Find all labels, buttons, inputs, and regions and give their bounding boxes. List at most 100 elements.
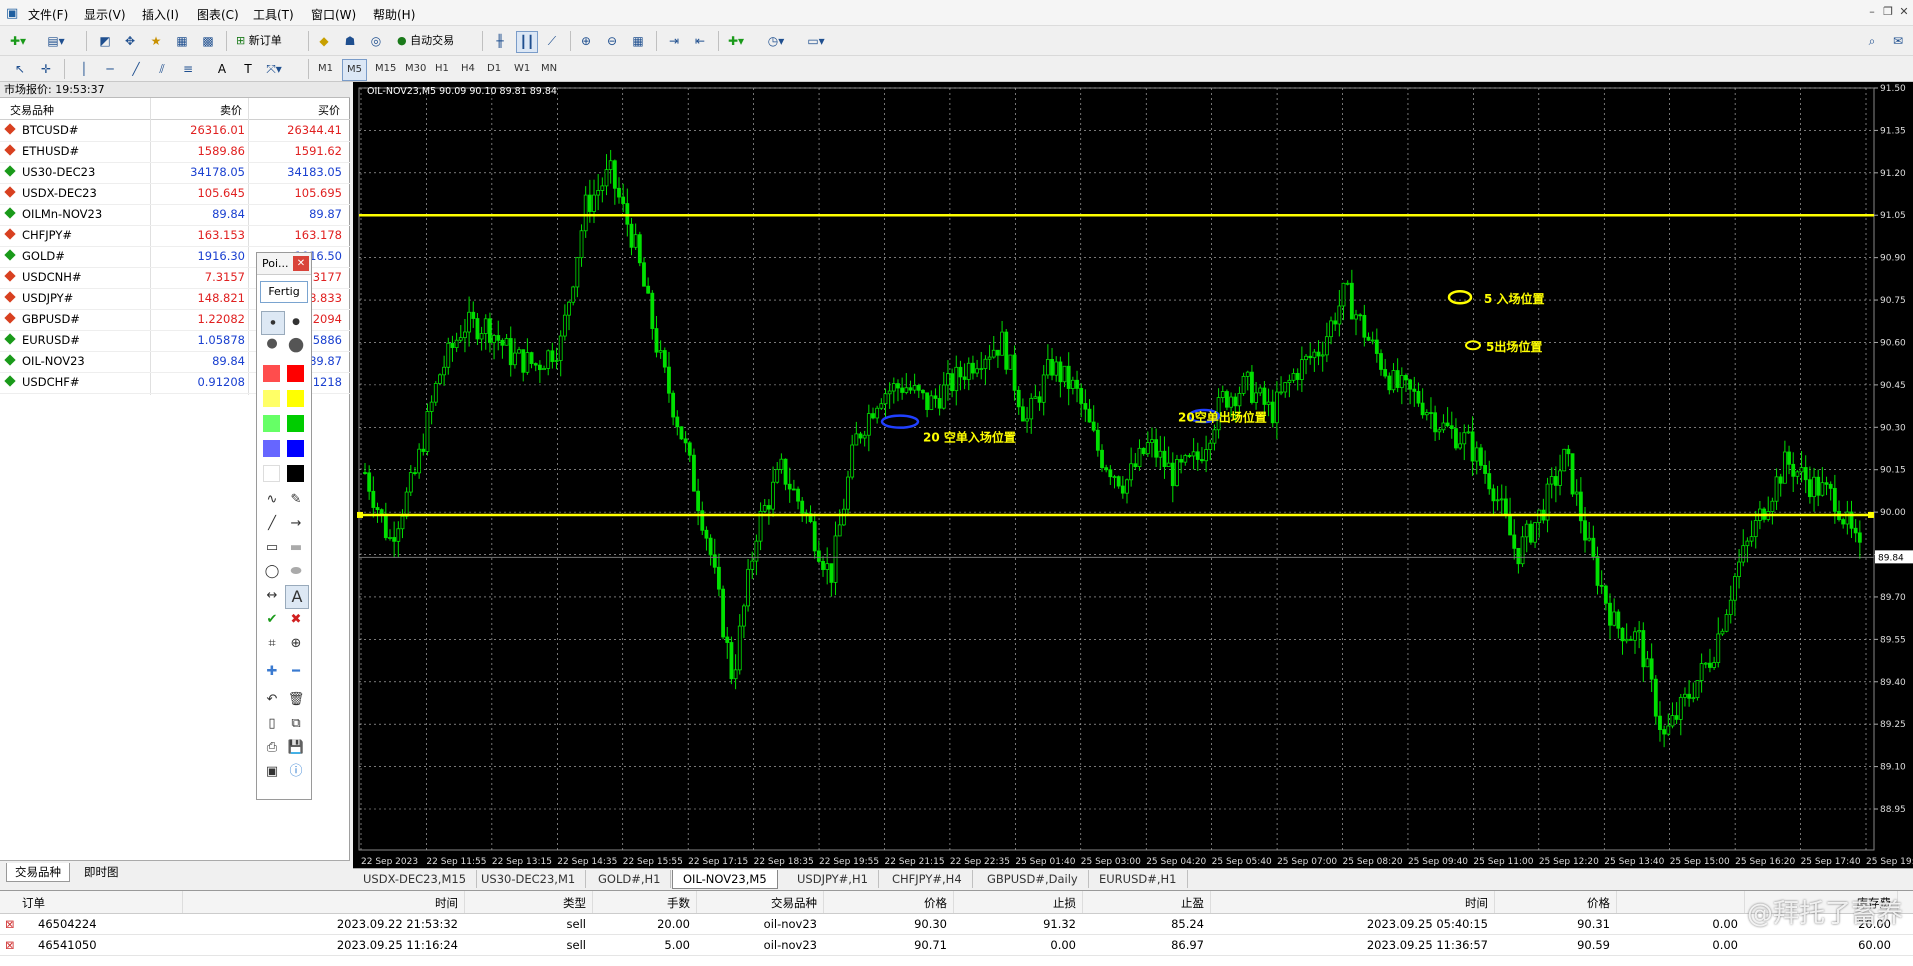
text-icon[interactable]: A xyxy=(212,59,232,79)
menu-window[interactable]: 窗口(W) xyxy=(311,6,356,23)
done-button[interactable]: Fertig xyxy=(260,281,308,303)
large-dot-icon[interactable]: ● xyxy=(261,333,283,355)
new-chart-icon[interactable]: ✚▾ xyxy=(8,31,28,51)
text-label-icon[interactable]: T xyxy=(238,59,258,79)
navigator-icon[interactable]: ★ xyxy=(146,31,166,51)
freehand-icon[interactable]: ∿ xyxy=(261,489,283,511)
col-symbol[interactable]: 交易品种 xyxy=(10,102,54,118)
market-icon[interactable]: ◎ xyxy=(366,31,386,51)
order-row[interactable]: ⊠ 46504224 2023.09.22 21:53:32 sell 20.00 oil… xyxy=(0,914,1913,935)
orders-header-cell[interactable]: 时间 xyxy=(1210,895,1488,911)
chart-tab[interactable]: USDJPY#,H1 xyxy=(787,870,879,888)
timeframe-h4[interactable]: H4 xyxy=(457,59,479,79)
chart-tab[interactable]: EURUSD#,H1 xyxy=(1089,870,1188,888)
orders-header-cell[interactable]: 订单 xyxy=(22,895,45,911)
color-swatch[interactable] xyxy=(287,440,304,457)
channel-icon[interactable]: ⫽ xyxy=(152,59,172,79)
palette-close-icon[interactable]: ✕ xyxy=(293,256,309,271)
color-swatch[interactable] xyxy=(263,415,280,432)
color-swatch[interactable] xyxy=(287,365,304,382)
timeframe-mn[interactable]: MN xyxy=(537,59,561,79)
crosshair-icon[interactable]: ✛ xyxy=(36,59,56,79)
tile-windows-icon[interactable]: ▦ xyxy=(628,31,648,51)
print-icon[interactable]: ⎙ xyxy=(261,737,283,759)
col-bid[interactable]: 卖价 xyxy=(220,102,242,118)
color-swatch[interactable] xyxy=(263,465,280,482)
timeframe-h1[interactable]: H1 xyxy=(431,59,453,79)
app-icon[interactable]: ▣ xyxy=(6,6,18,21)
market-row[interactable]: OILMn-NOV23 89.84 89.87 xyxy=(0,204,350,226)
chat-icon[interactable]: ✉ xyxy=(1888,31,1908,51)
add-icon[interactable]: ✚ xyxy=(261,661,283,683)
chart-tab[interactable]: CHFJPY#,H4 xyxy=(882,870,973,888)
menu-tools[interactable]: 工具(T) xyxy=(253,6,294,23)
color-swatch[interactable] xyxy=(287,390,304,407)
timeframe-m5[interactable]: M5 xyxy=(342,59,367,81)
line-tool-icon[interactable]: ╱ xyxy=(261,513,283,535)
apply-check-icon[interactable]: ✔ xyxy=(261,609,283,631)
cursor-icon[interactable]: ↖ xyxy=(10,59,30,79)
market-row[interactable]: BTCUSD# 26316.01 26344.41 xyxy=(0,120,350,142)
xlarge-dot-icon[interactable]: ● xyxy=(285,333,307,355)
timeframe-m15[interactable]: M15 xyxy=(371,59,400,79)
candlestick-icon[interactable]: ┃┃ xyxy=(516,31,538,53)
undo-icon[interactable]: ↶ xyxy=(261,689,283,711)
timeframe-d1[interactable]: D1 xyxy=(483,59,505,79)
fibonacci-icon[interactable]: ≡ xyxy=(178,59,198,79)
restore-icon[interactable]: ❐ xyxy=(1881,5,1895,19)
trash-icon[interactable]: 🗑 xyxy=(285,689,307,711)
chart-tab[interactable]: OIL-NOV23,M5 xyxy=(672,870,778,889)
orders-header-cell[interactable]: 类型 xyxy=(464,895,586,911)
menu-file[interactable]: 文件(F) xyxy=(28,6,68,23)
menu-insert[interactable]: 插入(I) xyxy=(142,6,179,23)
arrow-tool-icon[interactable]: → xyxy=(285,513,307,535)
auto-scroll-icon[interactable]: ⇥ xyxy=(664,31,684,51)
menu-help[interactable]: 帮助(H) xyxy=(373,6,415,23)
orders-header-cell[interactable]: 手数 xyxy=(592,895,690,911)
color-swatch[interactable] xyxy=(263,440,280,457)
data-window-icon[interactable]: ✥ xyxy=(120,31,140,51)
price-chart[interactable]: 91.50 91.35 91.20 91.05 90.90 90.75 90.60 90.45… xyxy=(353,82,1913,868)
vertical-line-icon[interactable]: │ xyxy=(74,59,94,79)
zoom-tool-icon[interactable]: ⊕ xyxy=(285,633,307,655)
market-row[interactable]: CHFJPY# 163.153 163.178 xyxy=(0,225,350,247)
menu-view[interactable]: 显示(V) xyxy=(84,6,126,23)
market-row[interactable]: USDX-DEC23 105.645 105.695 xyxy=(0,183,350,205)
small-dot-icon[interactable]: ● xyxy=(261,311,285,335)
tab-symbols[interactable]: 交易品种 xyxy=(6,863,70,882)
market-watch-icon[interactable]: ◩ xyxy=(95,31,115,51)
minimize-icon[interactable]: – xyxy=(1865,5,1879,19)
col-ask[interactable]: 买价 xyxy=(318,102,340,118)
auto-trading-button[interactable]: ● 自动交易 xyxy=(394,31,457,51)
terminal-icon[interactable]: ▦ xyxy=(172,31,192,51)
copy-icon[interactable]: ⧉ xyxy=(285,713,307,735)
templates-icon[interactable]: ▭▾ xyxy=(806,31,826,51)
chart-tab[interactable]: GBPUSD#,Daily xyxy=(977,870,1089,888)
cancel-x-icon[interactable]: ✖ xyxy=(285,609,307,631)
color-swatch[interactable] xyxy=(287,415,304,432)
strategy-tester-icon[interactable]: ▩ xyxy=(198,31,218,51)
periods-icon[interactable]: ◷▾ xyxy=(766,31,786,51)
image-icon[interactable]: ▣ xyxy=(261,761,283,783)
filled-rectangle-icon[interactable]: ▬ xyxy=(285,537,307,559)
double-arrow-icon[interactable]: ↔ xyxy=(261,585,283,607)
palette-titlebar[interactable]: Poi... ✕ xyxy=(257,253,311,275)
orders-header-cell[interactable]: 交易品种 xyxy=(696,895,817,911)
menu-chart[interactable]: 图表(C) xyxy=(197,6,239,23)
trendline-icon[interactable]: ╱ xyxy=(126,59,146,79)
zoom-in-icon[interactable]: ⊕ xyxy=(576,31,596,51)
close-icon[interactable]: ✕ xyxy=(1897,5,1911,19)
timeframe-m1[interactable]: M1 xyxy=(314,59,337,79)
order-row[interactable]: ⊠ 46541050 2023.09.25 11:16:24 sell 5.00 oil-… xyxy=(0,935,1913,956)
remove-icon[interactable]: ━ xyxy=(285,661,307,683)
orders-header-cell[interactable]: 止损 xyxy=(953,895,1076,911)
new-page-icon[interactable]: ▯ xyxy=(261,713,283,735)
tab-tick-chart[interactable]: 即时图 xyxy=(76,863,127,881)
medium-dot-icon[interactable]: ● xyxy=(285,311,307,333)
chart-tab[interactable]: US30-DEC23,M1 xyxy=(471,870,587,888)
filled-ellipse-icon[interactable]: ⬬ xyxy=(285,561,307,583)
orders-header-cell[interactable]: 止盈 xyxy=(1082,895,1204,911)
text-tool-icon[interactable]: A xyxy=(285,585,309,609)
timeframe-m30[interactable]: M30 xyxy=(401,59,430,79)
orders-header-cell[interactable]: 时间 xyxy=(182,895,458,911)
